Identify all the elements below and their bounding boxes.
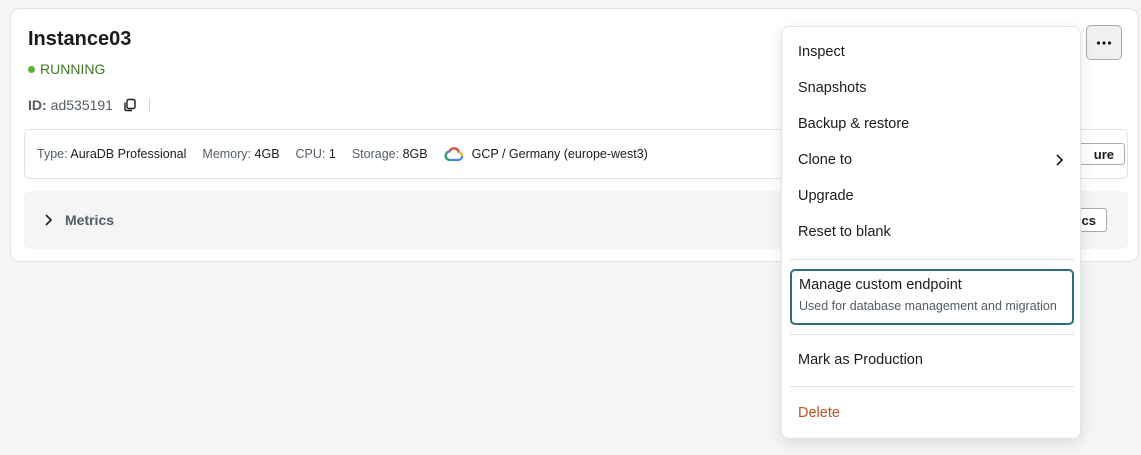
id-value: ad535191 bbox=[50, 97, 113, 113]
metrics-label: Metrics bbox=[65, 212, 115, 228]
prop-memory: Memory: 4GB bbox=[202, 147, 280, 161]
menu-item-snapshots[interactable]: Snapshots bbox=[798, 80, 1066, 96]
instance-id-row: ID: ad535191 bbox=[28, 97, 150, 113]
chevron-right-icon[interactable] bbox=[41, 213, 55, 227]
prop-type: Type: AuraDB Professional bbox=[37, 147, 187, 161]
more-options-button[interactable] bbox=[1086, 25, 1122, 60]
endpoint-title: Manage custom endpoint bbox=[799, 277, 962, 293]
menu-divider bbox=[790, 334, 1074, 335]
endpoint-description: Used for database management and migrati… bbox=[799, 299, 1057, 313]
menu-item-reset-to-blank[interactable]: Reset to blank bbox=[798, 224, 1066, 240]
menu-item-backup-restore[interactable]: Backup & restore bbox=[798, 116, 1066, 132]
ellipsis-icon bbox=[1096, 40, 1112, 45]
status-dot-icon bbox=[28, 65, 35, 73]
menu-item-clone-to[interactable]: Clone to bbox=[798, 152, 1066, 168]
menu-item-delete[interactable]: Delete bbox=[798, 405, 1066, 421]
instance-actions-menu: Inspect Snapshots Backup & restore Clone… bbox=[781, 26, 1081, 439]
id-separator bbox=[148, 98, 150, 112]
id-label: ID: bbox=[28, 97, 47, 113]
instance-title: Instance03 bbox=[28, 28, 132, 50]
chevron-right-icon bbox=[1056, 154, 1064, 166]
status-badge: RUNNING bbox=[28, 61, 105, 77]
menu-divider bbox=[790, 386, 1074, 387]
prop-storage: Storage: 8GB bbox=[351, 147, 428, 161]
menu-item-mark-as-production[interactable]: Mark as Production bbox=[798, 352, 1066, 368]
menu-item-inspect[interactable]: Inspect bbox=[798, 44, 1066, 60]
copy-icon[interactable] bbox=[123, 98, 137, 112]
menu-item-manage-custom-endpoint[interactable]: Manage custom endpoint Used for database… bbox=[790, 269, 1074, 325]
gcp-cloud-icon bbox=[444, 146, 464, 162]
prop-cpu: CPU: 1 bbox=[295, 147, 336, 161]
menu-divider bbox=[790, 259, 1074, 260]
menu-item-upgrade[interactable]: Upgrade bbox=[798, 188, 1066, 204]
region-text: GCP / Germany (europe-west3) bbox=[471, 147, 648, 161]
status-text: RUNNING bbox=[40, 61, 106, 77]
